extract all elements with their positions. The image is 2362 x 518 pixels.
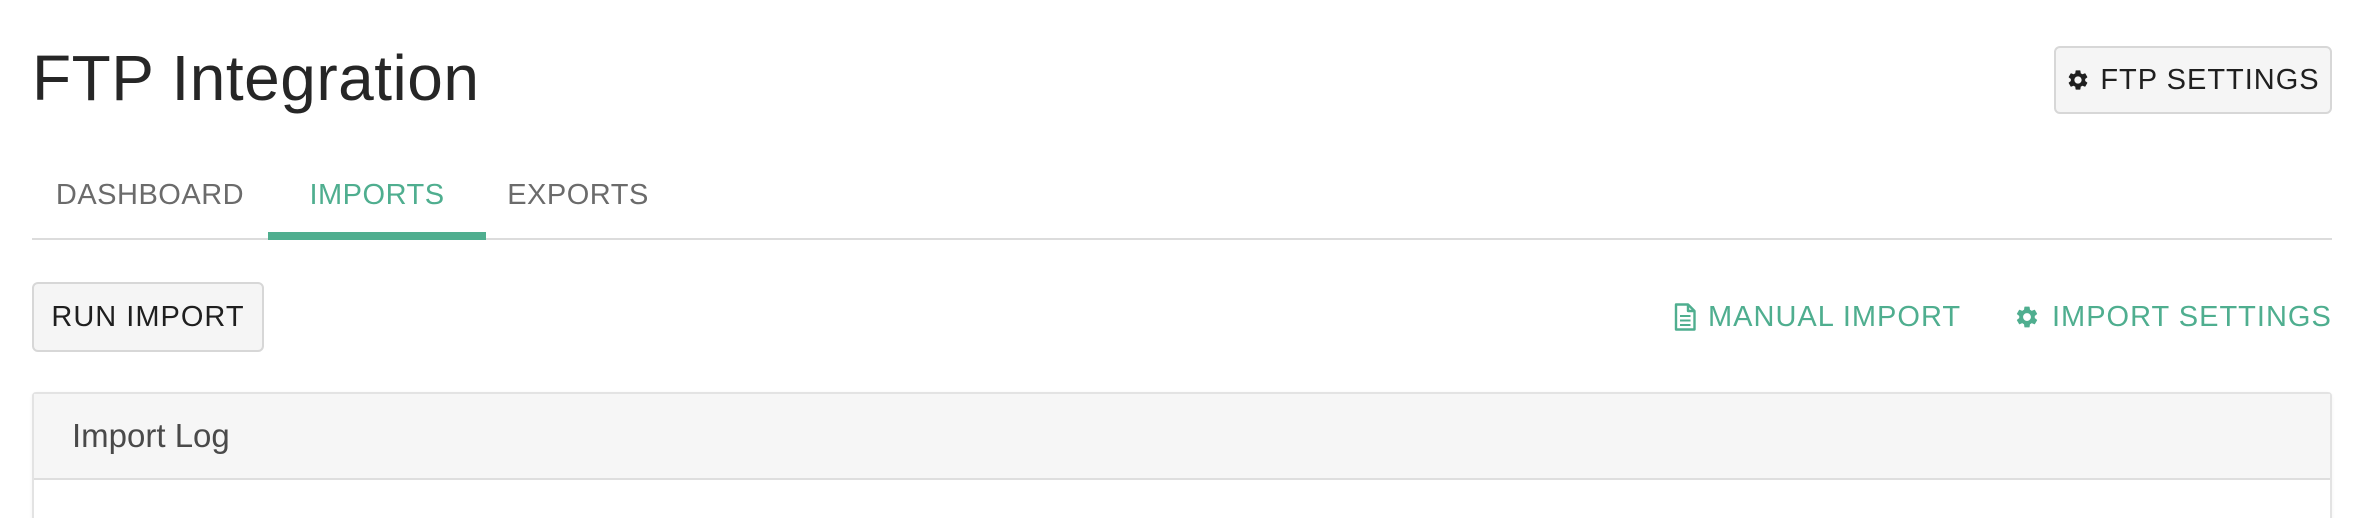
gear-icon bbox=[2014, 304, 2040, 330]
run-import-button[interactable]: RUN IMPORT bbox=[32, 282, 264, 352]
tab-imports[interactable]: IMPORTS bbox=[268, 150, 486, 240]
active-tab-indicator bbox=[268, 232, 486, 240]
manual-import-label: MANUAL IMPORT bbox=[1708, 300, 1962, 333]
tab-bar: DASHBOARD IMPORTS EXPORTS bbox=[32, 150, 2332, 240]
document-icon bbox=[1674, 303, 1696, 331]
ftp-settings-button[interactable]: FTP SETTINGS bbox=[2054, 46, 2332, 114]
import-settings-link[interactable]: IMPORT SETTINGS bbox=[2014, 292, 2332, 342]
page-title: FTP Integration bbox=[32, 42, 480, 114]
ftp-settings-label: FTP SETTINGS bbox=[2100, 63, 2320, 96]
panel-title: Import Log bbox=[72, 417, 230, 454]
import-settings-label: IMPORT SETTINGS bbox=[2052, 300, 2332, 333]
import-log-panel: Import Log bbox=[32, 392, 2332, 518]
ftp-integration-page: FTP Integration FTP SETTINGS DASHBOARD I… bbox=[0, 0, 2362, 518]
manual-import-link[interactable]: MANUAL IMPORT bbox=[1674, 292, 1961, 342]
tab-exports[interactable]: EXPORTS bbox=[486, 150, 670, 240]
panel-header: Import Log bbox=[34, 394, 2330, 480]
tab-dashboard[interactable]: DASHBOARD bbox=[32, 150, 268, 240]
gear-icon bbox=[2066, 68, 2090, 92]
